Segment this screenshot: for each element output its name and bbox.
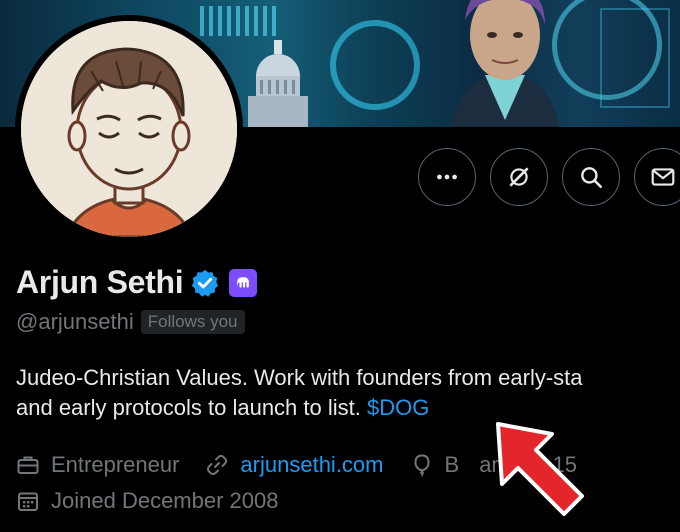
more-button[interactable]	[418, 148, 476, 206]
follows-you-badge: Follows you	[140, 310, 245, 334]
bio-text: and early protocols to launch to list.	[16, 395, 367, 420]
website-link[interactable]: arjunsethi.com	[240, 452, 383, 478]
profile-meta-row-2: Joined December 2008	[16, 488, 304, 514]
kraken-affiliate-icon[interactable]	[229, 268, 258, 297]
joined-item: Joined December 2008	[16, 488, 278, 514]
avatar-illustration	[21, 21, 237, 237]
bio-line-1: Judeo-Christian Values. Work with founde…	[16, 365, 583, 390]
message-button[interactable]	[634, 148, 680, 206]
name-row: Arjun Sethi	[16, 264, 258, 301]
user-handle: @arjunsethi	[16, 309, 134, 334]
briefcase-icon	[17, 456, 39, 474]
capitol-dome-graphic	[248, 40, 308, 127]
search-icon	[581, 167, 603, 189]
link-icon	[207, 454, 228, 476]
bio-line-2: and early protocols to launch to list. $…	[16, 393, 583, 423]
search-button[interactable]	[562, 148, 620, 206]
website-item[interactable]: arjunsethi.com	[205, 452, 384, 478]
message-icon	[651, 168, 675, 186]
occupation-item: Entrepreneur	[16, 452, 179, 478]
joined-text: Joined December 2008	[51, 488, 279, 513]
annotation-arrow-icon	[496, 422, 584, 516]
balloon-icon	[413, 454, 430, 477]
profile-avatar[interactable]	[15, 15, 243, 243]
banner-graphic-ring	[330, 20, 420, 110]
banner-portrait-graphic	[450, 0, 560, 127]
more-icon	[437, 174, 457, 180]
profile-bio: Judeo-Christian Values. Work with founde…	[16, 363, 583, 423]
display-name: Arjun Sethi	[16, 264, 184, 300]
birthday-text-start: B	[444, 452, 460, 477]
handle-row: @arjunsethi Follows you	[16, 309, 245, 335]
grok-icon	[509, 167, 529, 187]
occupation-text: Entrepreneur	[51, 452, 180, 477]
cashtag-link[interactable]: $DOG	[367, 395, 429, 420]
banner-graphic-bars	[200, 6, 280, 36]
calendar-icon	[18, 492, 38, 511]
grok-button[interactable]	[490, 148, 548, 206]
verified-badge-icon[interactable]	[190, 268, 220, 298]
banner-graphic-panel	[600, 8, 670, 108]
